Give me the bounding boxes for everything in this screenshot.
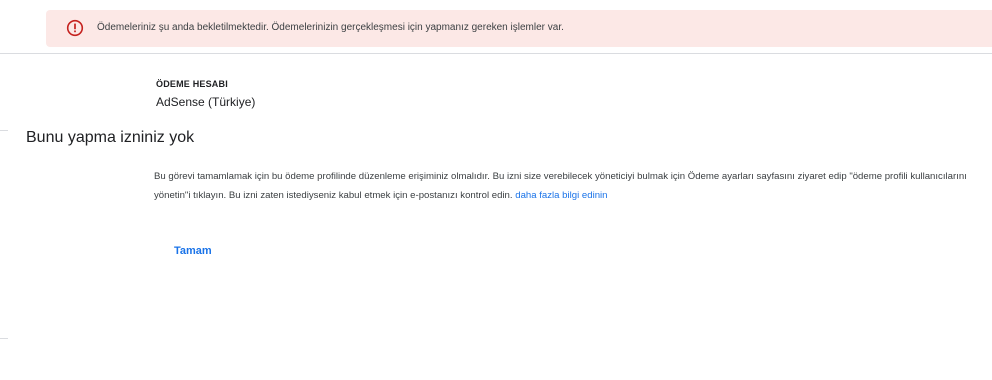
- payment-account-value: AdSense (Türkiye): [156, 95, 256, 109]
- left-divider-tick: [0, 338, 8, 339]
- page: Ödemeleriniz şu anda bekletilmektedir. Ö…: [0, 0, 992, 380]
- payment-account-label: ÖDEME HESABI: [156, 79, 228, 89]
- alert-banner: Ödemeleriniz şu anda bekletilmektedir. Ö…: [46, 10, 992, 47]
- left-divider-tick: [0, 53, 8, 54]
- ok-button[interactable]: Tamam: [162, 239, 224, 263]
- header-divider: [8, 53, 992, 54]
- dialog-title: Bunu yapma izniniz yok: [26, 129, 195, 146]
- learn-more-link[interactable]: daha fazla bilgi edinin: [515, 190, 607, 201]
- error-icon: [66, 19, 84, 37]
- dialog-body: Bu görevi tamamlamak için bu ödeme profi…: [154, 167, 974, 205]
- alert-message: Ödemeleriniz şu anda bekletilmektedir. Ö…: [97, 22, 564, 33]
- left-divider-tick: [0, 130, 8, 131]
